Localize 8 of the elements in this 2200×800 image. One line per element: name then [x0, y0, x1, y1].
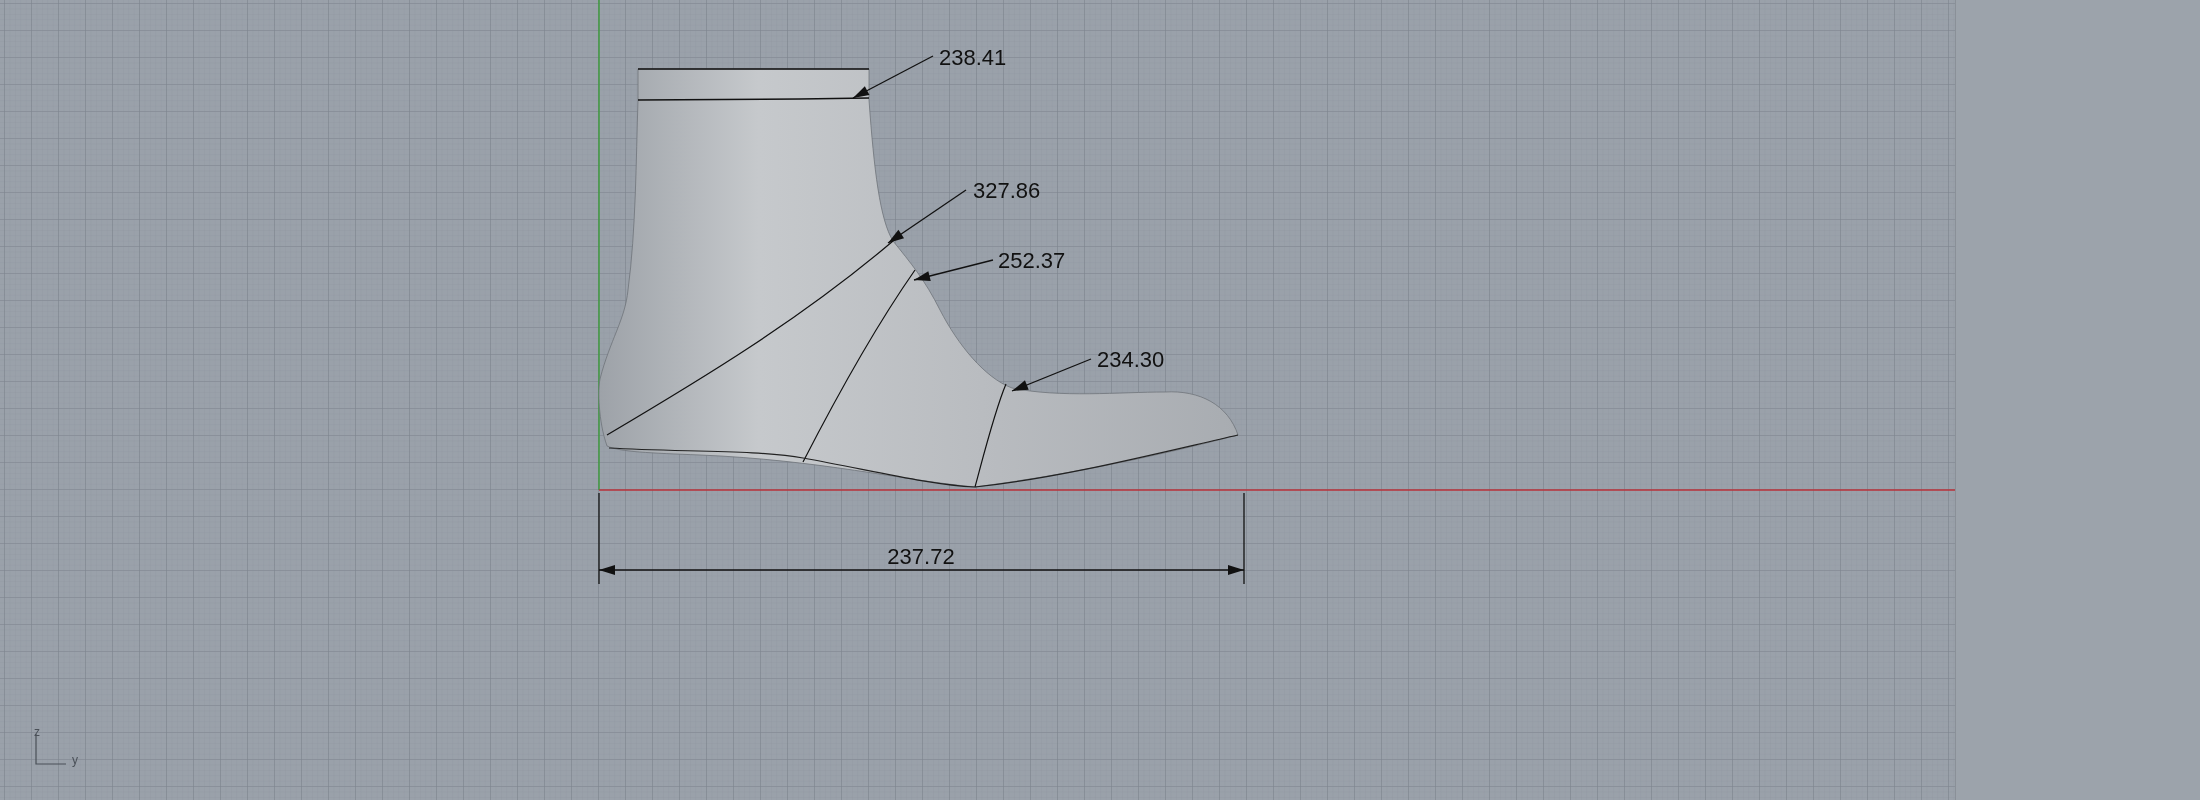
viewport[interactable]: 238.41 327.86 252.37 234.30 237.72 z y — [0, 0, 1956, 800]
axis-label: y — [72, 753, 78, 767]
dimension-label: 238.41 — [939, 45, 1007, 70]
dimension-label: 234.30 — [1097, 347, 1165, 372]
axis-label: z — [34, 725, 40, 739]
dimension-label: 252.37 — [998, 248, 1066, 273]
dimension-label: 237.72 — [887, 544, 955, 569]
dimension-label: 327.86 — [973, 178, 1041, 203]
